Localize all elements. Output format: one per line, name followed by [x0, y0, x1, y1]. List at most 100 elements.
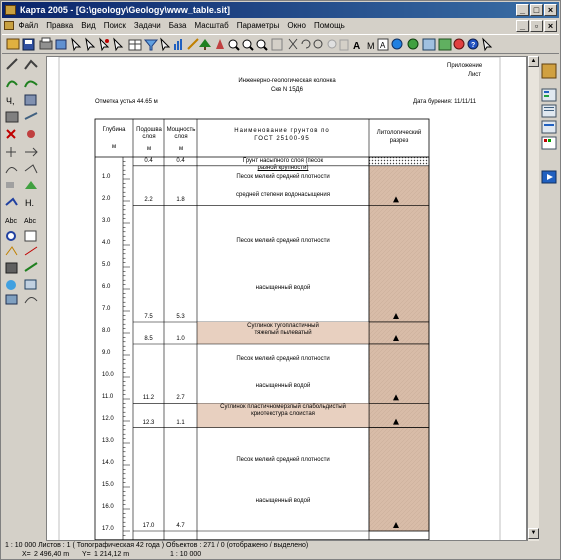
arc-icon[interactable]	[5, 167, 18, 174]
menu-scale[interactable]: Масштаб	[190, 19, 232, 33]
paint-icon[interactable]	[453, 38, 465, 50]
point-icon[interactable]	[5, 246, 18, 256]
map-canvas[interactable]: Приложение Лист Инженерно-геологическая …	[46, 56, 527, 541]
stop-icon[interactable]	[327, 39, 337, 49]
select-all-icon[interactable]	[160, 37, 171, 52]
menu-edit[interactable]: Правка	[42, 19, 77, 33]
tree-icon[interactable]	[199, 39, 211, 50]
grid-icon[interactable]	[422, 38, 436, 51]
coord-x-label: X=	[22, 551, 31, 558]
menu-window[interactable]: Окно	[283, 19, 310, 33]
print-icon[interactable]	[39, 37, 53, 50]
line-edit-icon[interactable]	[24, 246, 38, 256]
vertex-icon[interactable]	[5, 197, 18, 206]
delete-icon[interactable]	[6, 129, 16, 139]
menu-file[interactable]: Файл	[15, 19, 43, 33]
save-icon[interactable]	[22, 38, 35, 51]
menu-help[interactable]: Помощь	[310, 19, 349, 33]
well-number: Скв N 15Д6	[271, 87, 303, 93]
menu-view[interactable]: Вид	[77, 19, 99, 33]
properties-icon[interactable]	[541, 120, 557, 134]
header-thickness-unit: м	[178, 146, 184, 152]
draw-curve-icon[interactable]	[6, 80, 18, 88]
open-icon[interactable]	[6, 38, 20, 50]
mesh-icon[interactable]	[5, 111, 19, 123]
doc-close-button[interactable]: ×	[544, 20, 557, 32]
letter-icon[interactable]: A	[377, 38, 389, 51]
angle-icon[interactable]	[24, 164, 38, 174]
select-object-icon[interactable]	[71, 37, 82, 52]
menu-parameters[interactable]: Параметры	[233, 19, 284, 33]
vertical-scrollbar[interactable]: ▲ ▼	[527, 56, 539, 541]
depth-label: 13.0	[102, 438, 114, 444]
table-icon[interactable]	[128, 39, 142, 51]
export-icon[interactable]	[24, 279, 37, 290]
zoom-in-icon[interactable]	[228, 39, 240, 51]
layer-description: Суглинок тугопластичный	[247, 323, 319, 329]
document-title: Инженерно-геологическая колонка	[238, 78, 336, 84]
connect-icon[interactable]	[24, 112, 38, 120]
title-bar[interactable]: Карта 2005 - [G:\geology\Geology\www_tab…	[2, 2, 559, 18]
scale-icon[interactable]	[24, 262, 38, 272]
close-button[interactable]: ×	[544, 4, 557, 16]
app-window: Карта 2005 - [G:\geology\Geology\www_tab…	[0, 0, 561, 560]
symbol-icon[interactable]	[6, 231, 16, 241]
select-area-icon[interactable]	[85, 37, 96, 52]
depth-label: 11.0	[102, 394, 114, 400]
label-abc-icon[interactable]: Abc	[5, 218, 18, 225]
scroll-icon[interactable]	[271, 38, 283, 51]
doc-restore-button[interactable]: ▫	[530, 20, 543, 32]
info-icon[interactable]	[339, 39, 349, 51]
text-icon[interactable]: M	[367, 41, 375, 51]
maximize-button[interactable]: □	[530, 4, 543, 16]
refresh-icon[interactable]	[313, 39, 323, 49]
move-icon[interactable]	[113, 37, 124, 52]
legend-icon[interactable]	[541, 88, 557, 102]
list-icon[interactable]	[541, 104, 557, 118]
minimize-button[interactable]: _	[516, 4, 529, 16]
chart-icon[interactable]	[174, 39, 182, 50]
navigator-icon[interactable]	[541, 170, 557, 184]
palette-icon[interactable]	[541, 136, 557, 150]
zoom-area-icon[interactable]	[256, 39, 268, 51]
zoom-tool-icon[interactable]	[6, 280, 16, 290]
rotate-icon[interactable]	[301, 39, 311, 49]
globe-icon[interactable]	[391, 38, 403, 50]
scroll-up-arrow[interactable]: ▲	[528, 56, 539, 67]
layers-icon[interactable]	[55, 39, 67, 50]
brush-icon[interactable]	[6, 182, 14, 188]
fill-icon[interactable]	[25, 181, 37, 189]
draw-polyline-icon[interactable]	[24, 59, 38, 70]
height-icon[interactable]: Ч,	[6, 96, 15, 106]
rotate-object-icon[interactable]	[27, 130, 35, 138]
pointer-help-icon[interactable]	[482, 37, 493, 52]
draw-line-icon[interactable]	[6, 58, 18, 70]
edit-point-icon[interactable]	[99, 37, 110, 52]
menu-database[interactable]: База	[165, 19, 191, 33]
label-abc-alt-icon[interactable]: Abc	[24, 218, 37, 225]
help-icon[interactable]: ?	[467, 38, 479, 50]
doc-minimize-button[interactable]: _	[516, 20, 529, 32]
layer-up-icon[interactable]	[5, 294, 18, 305]
cut-icon[interactable]	[288, 38, 298, 50]
map-panel-icon[interactable]	[541, 63, 557, 79]
height-text-icon[interactable]: Н.	[25, 198, 34, 208]
menu-search[interactable]: Поиск	[100, 19, 130, 33]
font-icon[interactable]: A	[353, 41, 360, 52]
pattern-icon[interactable]	[5, 262, 18, 274]
layer-description: Грунт насыпного слоя (песок	[242, 158, 324, 164]
draw-spline-icon[interactable]	[24, 80, 38, 88]
color-icon[interactable]	[216, 39, 224, 49]
crosshair-icon[interactable]	[6, 147, 16, 157]
arrow-right-icon[interactable]	[25, 147, 38, 157]
zoom-out-icon[interactable]	[242, 39, 254, 51]
image-icon[interactable]	[24, 230, 37, 242]
measure-icon[interactable]	[187, 38, 199, 50]
tools-icon[interactable]	[407, 38, 419, 50]
menu-tasks[interactable]: Задачи	[130, 19, 165, 33]
filter-icon[interactable]	[143, 39, 159, 51]
map-icon[interactable]	[438, 38, 452, 51]
scroll-down-arrow[interactable]: ▼	[528, 528, 539, 539]
area-icon[interactable]	[24, 94, 37, 106]
curve-tool-icon[interactable]	[24, 297, 38, 304]
